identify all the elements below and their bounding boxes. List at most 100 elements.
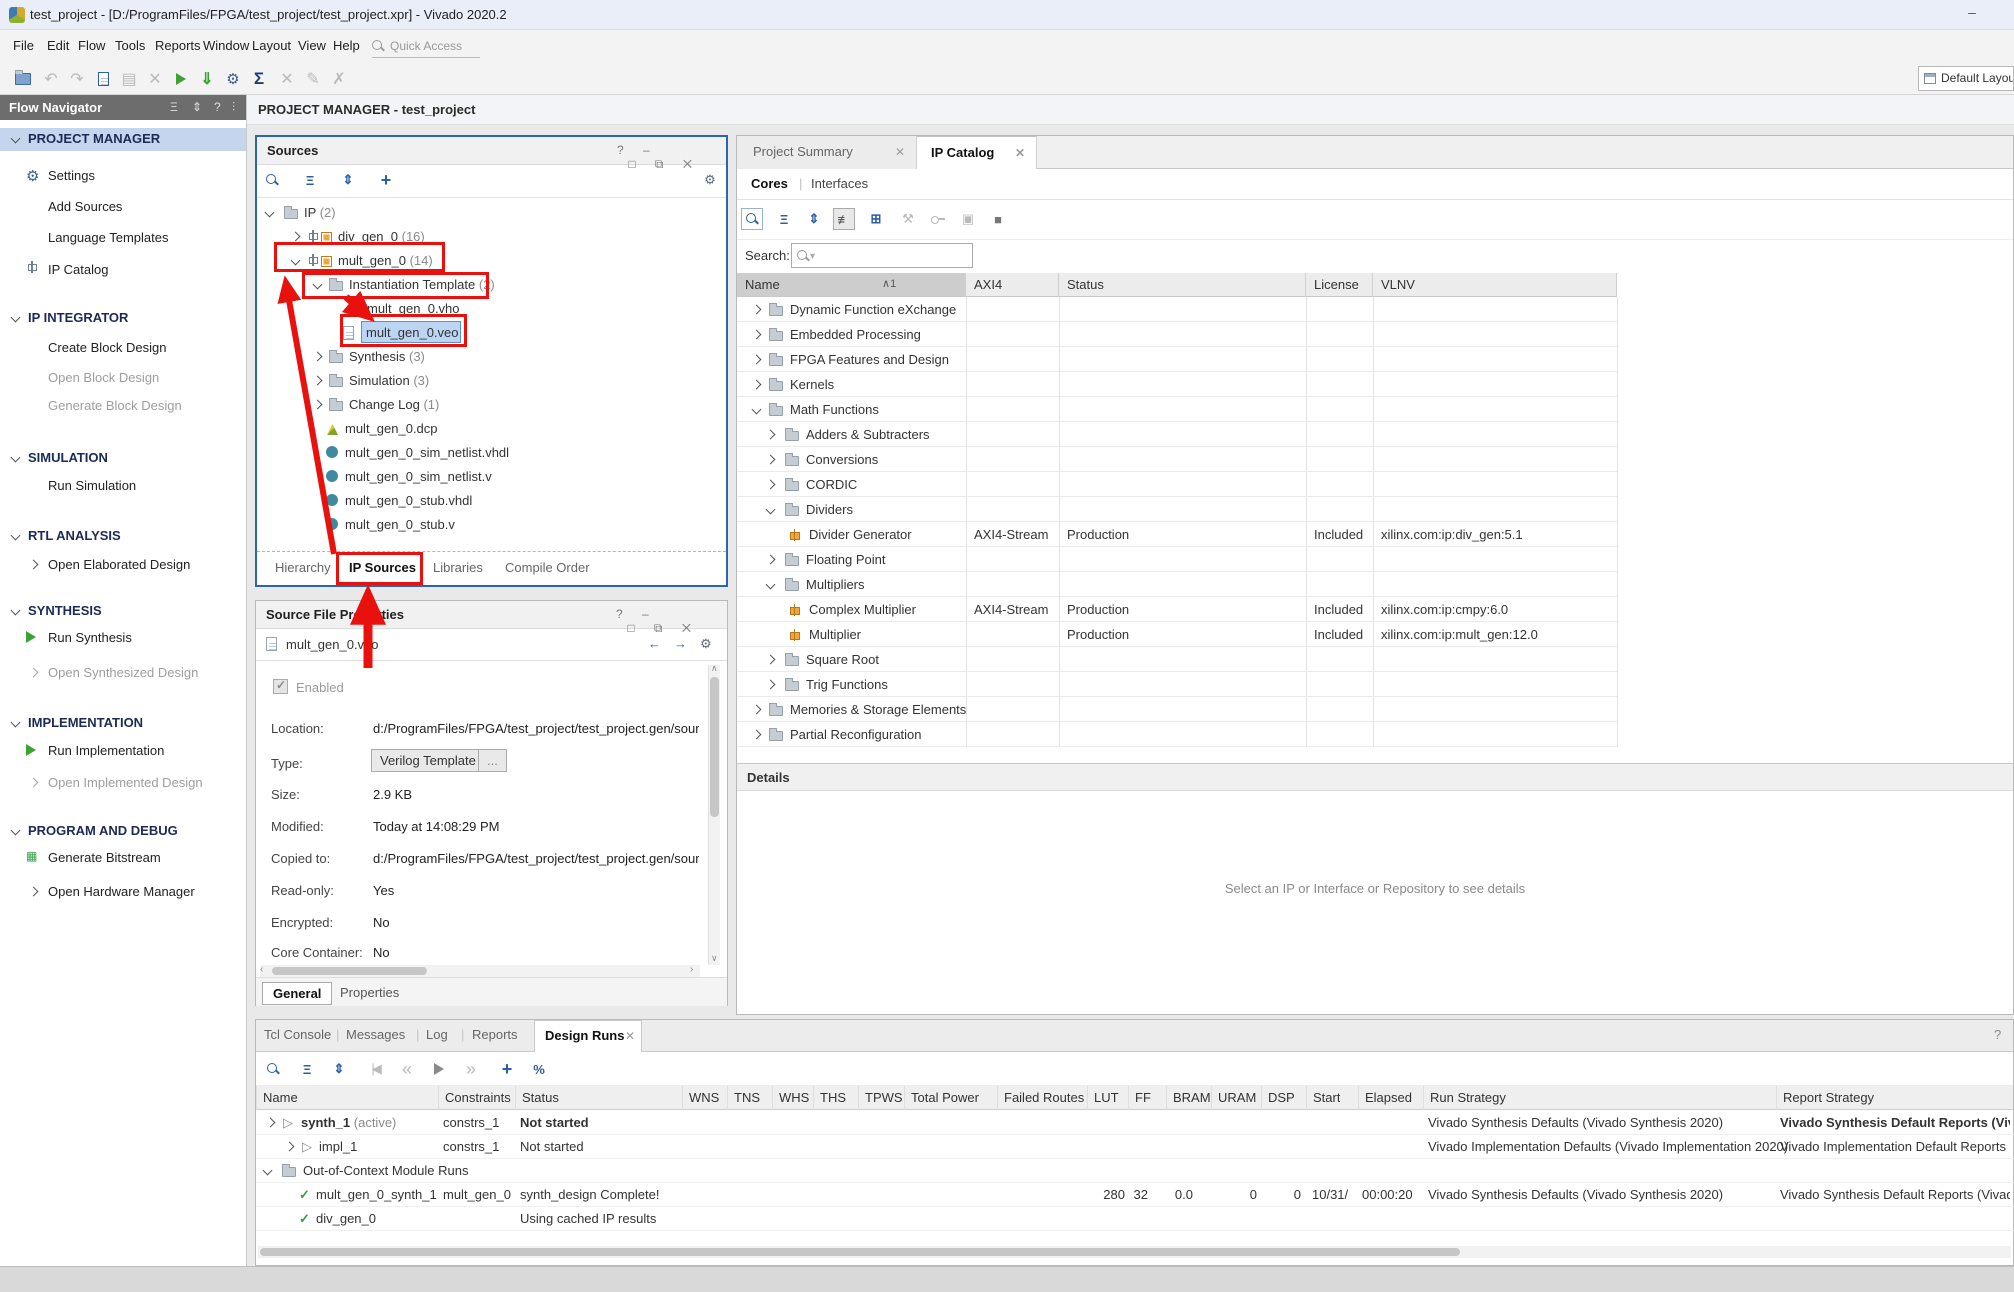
tab-tcl-console[interactable]: Tcl Console — [264, 1027, 331, 1042]
report-button[interactable] — [92, 68, 114, 90]
tree-item-mult-gen-0[interactable]: mult_gen_0 (14) — [257, 249, 726, 273]
sidebar-item-generate-bitstream[interactable]: ▦Generate Bitstream — [0, 847, 246, 869]
redo-button[interactable]: ↷ — [66, 68, 88, 90]
chevron-right-icon[interactable] — [266, 1118, 276, 1128]
search-input[interactable]: ▾ — [791, 243, 973, 268]
undo-button[interactable]: ↶ — [40, 68, 62, 90]
column-header-name[interactable]: Name ∧1 — [737, 273, 966, 297]
chevron-down-icon[interactable] — [11, 531, 21, 541]
tree-item-mult-gen-0-veo[interactable]: mult_gen_0.veo — [257, 321, 726, 345]
catalog-row[interactable]: Embedded Processing — [737, 322, 1617, 347]
subtab-interfaces[interactable]: Interfaces — [811, 176, 868, 191]
column-header-vlnv[interactable]: VLNV — [1373, 273, 1617, 297]
chevron-right-icon[interactable] — [766, 430, 776, 440]
expand-all-icon[interactable]: ⇕ — [337, 169, 359, 191]
gear-icon[interactable]: ⚙ — [699, 169, 721, 191]
chevron-right-icon[interactable] — [291, 232, 301, 242]
chevron-down-icon[interactable] — [752, 405, 762, 415]
catalog-row[interactable]: Memories & Storage Elements — [737, 697, 1617, 722]
forward-arrow-icon[interactable]: → — [674, 636, 687, 651]
search-icon[interactable] — [741, 208, 763, 230]
sidebar-section-ip-integrator[interactable]: IP INTEGRATOR — [0, 307, 246, 330]
tab-reports[interactable]: Reports — [472, 1027, 518, 1042]
expand-all-icon[interactable]: ⇕ — [328, 1058, 350, 1080]
chevron-right-icon[interactable] — [752, 355, 762, 365]
customize-ip-icon[interactable]: ⚒ — [897, 208, 919, 230]
sidebar-item-open-synthesized-design[interactable]: Open Synthesized Design — [0, 662, 246, 684]
tree-item-synthesis[interactable]: Synthesis (3) — [257, 345, 726, 369]
horizontal-scrollbar[interactable]: ‹ › — [260, 965, 700, 977]
expand-all-icon[interactable]: ⇕ — [803, 208, 825, 230]
panel-window-controls[interactable]: ? – □ ⧉ ✕ — [617, 143, 726, 172]
chevron-right-icon[interactable] — [313, 400, 323, 410]
run-row-div-gen[interactable]: ✓ div_gen_0 Using cached IP results — [256, 1207, 2014, 1231]
chevron-down-icon[interactable] — [11, 826, 21, 836]
tree-item-stub-vhdl[interactable]: mult_gen_0_stub.vhdl — [257, 489, 726, 513]
tab-hierarchy[interactable]: Hierarchy — [275, 560, 331, 575]
chevron-right-icon[interactable] — [752, 305, 762, 315]
open-project-button[interactable] — [12, 68, 34, 90]
cancel-run-button[interactable]: ✕ — [276, 68, 298, 90]
catalog-row[interactable]: Kernels — [737, 372, 1617, 397]
tree-item-mult-gen-0-dcp[interactable]: mult_gen_0.dcp — [257, 417, 726, 441]
sidebar-item-run-synthesis[interactable]: Run Synthesis — [0, 627, 246, 649]
sidebar-item-open-block-design[interactable]: Open Block Design — [0, 367, 246, 389]
chevron-right-icon[interactable] — [285, 1142, 295, 1152]
menu-layout[interactable]: Layout — [252, 38, 291, 53]
tab-properties[interactable]: Properties — [330, 982, 409, 1003]
previous-icon[interactable]: « — [396, 1058, 418, 1080]
chevron-down-icon[interactable] — [11, 718, 21, 728]
chevron-down-icon[interactable] — [265, 208, 275, 218]
run-row-mult-gen-synth[interactable]: ✓ mult_gen_0_synth_1 mult_gen_0 synth_de… — [256, 1183, 2014, 1207]
sidebar-item-settings[interactable]: ⚙Settings — [0, 165, 246, 187]
tree-item-sim-netlist-vhdl[interactable]: mult_gen_0_sim_netlist.vhdl — [257, 441, 726, 465]
tree-item-stub-v[interactable]: mult_gen_0_stub.v — [257, 513, 726, 537]
type-dropdown[interactable]: Verilog Template — [371, 749, 485, 772]
abort-button[interactable]: ✗ — [328, 68, 350, 90]
chevron-right-icon[interactable] — [766, 555, 776, 565]
run-button[interactable] — [170, 68, 192, 90]
run-row-ooc-group[interactable]: Out-of-Context Module Runs — [256, 1159, 2014, 1183]
tree-item-instantiation-template[interactable]: Instantiation Template (2) — [257, 273, 726, 297]
catalog-row[interactable]: Trig Functions — [737, 672, 1617, 697]
first-run-icon[interactable]: |◀ — [364, 1058, 386, 1080]
catalog-row-divider-generator[interactable]: Divider Generator AXI4-Stream Production… — [737, 522, 1617, 547]
column-header-axi4[interactable]: AXI4 — [966, 273, 1059, 297]
tab-project-summary[interactable]: Project Summary ✕ — [737, 136, 917, 169]
back-arrow-icon[interactable]: ← — [648, 636, 661, 651]
collapse-all-icon[interactable]: Ξ — [296, 1058, 318, 1080]
default-layout-button[interactable]: Default Layout — [1918, 66, 2014, 91]
stop-icon[interactable]: ■ — [987, 208, 1009, 230]
copy-button[interactable]: ▤ — [118, 68, 140, 90]
catalog-row[interactable]: Conversions — [737, 447, 1617, 472]
menu-tools[interactable]: Tools — [115, 38, 145, 53]
catalog-row-multipliers[interactable]: Multipliers — [737, 572, 1617, 597]
chevron-down-icon[interactable] — [766, 580, 776, 590]
tab-compile-order[interactable]: Compile Order — [505, 560, 590, 575]
tree-item-change-log[interactable]: Change Log (1) — [257, 393, 726, 417]
catalog-row[interactable]: Adders & Subtracters — [737, 422, 1617, 447]
subtab-cores[interactable]: Cores — [751, 176, 788, 191]
chevron-right-icon[interactable] — [29, 887, 39, 897]
sidebar-item-run-implementation[interactable]: Run Implementation — [0, 740, 246, 762]
chevron-down-icon[interactable] — [11, 453, 21, 463]
sidebar-item-ip-catalog[interactable]: IP Catalog — [0, 259, 246, 281]
tree-item-mult-gen-0-vho[interactable]: mult_gen_0.vho — [257, 297, 726, 321]
tab-general[interactable]: General — [262, 982, 332, 1005]
more-options-icon[interactable]: ⫶ — [232, 100, 235, 115]
catalog-row-complex-multiplier[interactable]: Complex Multiplier AXI4-Stream Productio… — [737, 597, 1617, 622]
search-icon[interactable] — [261, 169, 283, 191]
chip-icon[interactable]: ▣ — [957, 208, 979, 230]
menu-flow[interactable]: Flow — [78, 38, 105, 53]
chevron-right-icon[interactable] — [752, 705, 762, 715]
sidebar-section-program-and-debug[interactable]: PROGRAM AND DEBUG — [0, 820, 246, 843]
chevron-right-icon[interactable] — [29, 560, 39, 570]
chevron-down-icon[interactable] — [11, 134, 21, 144]
tree-item-ip[interactable]: IP (2) — [257, 201, 726, 225]
sidebar-section-implementation[interactable]: IMPLEMENTATION — [0, 712, 246, 735]
chevron-right-icon[interactable] — [313, 376, 323, 386]
tab-log[interactable]: Log — [426, 1027, 448, 1042]
column-header-status[interactable]: Status — [1059, 273, 1306, 297]
catalog-row[interactable]: Partial Reconfiguration — [737, 722, 1617, 747]
run-row-synth-1[interactable]: ▷ synth_1 (active) constrs_1 Not started… — [256, 1111, 2014, 1135]
